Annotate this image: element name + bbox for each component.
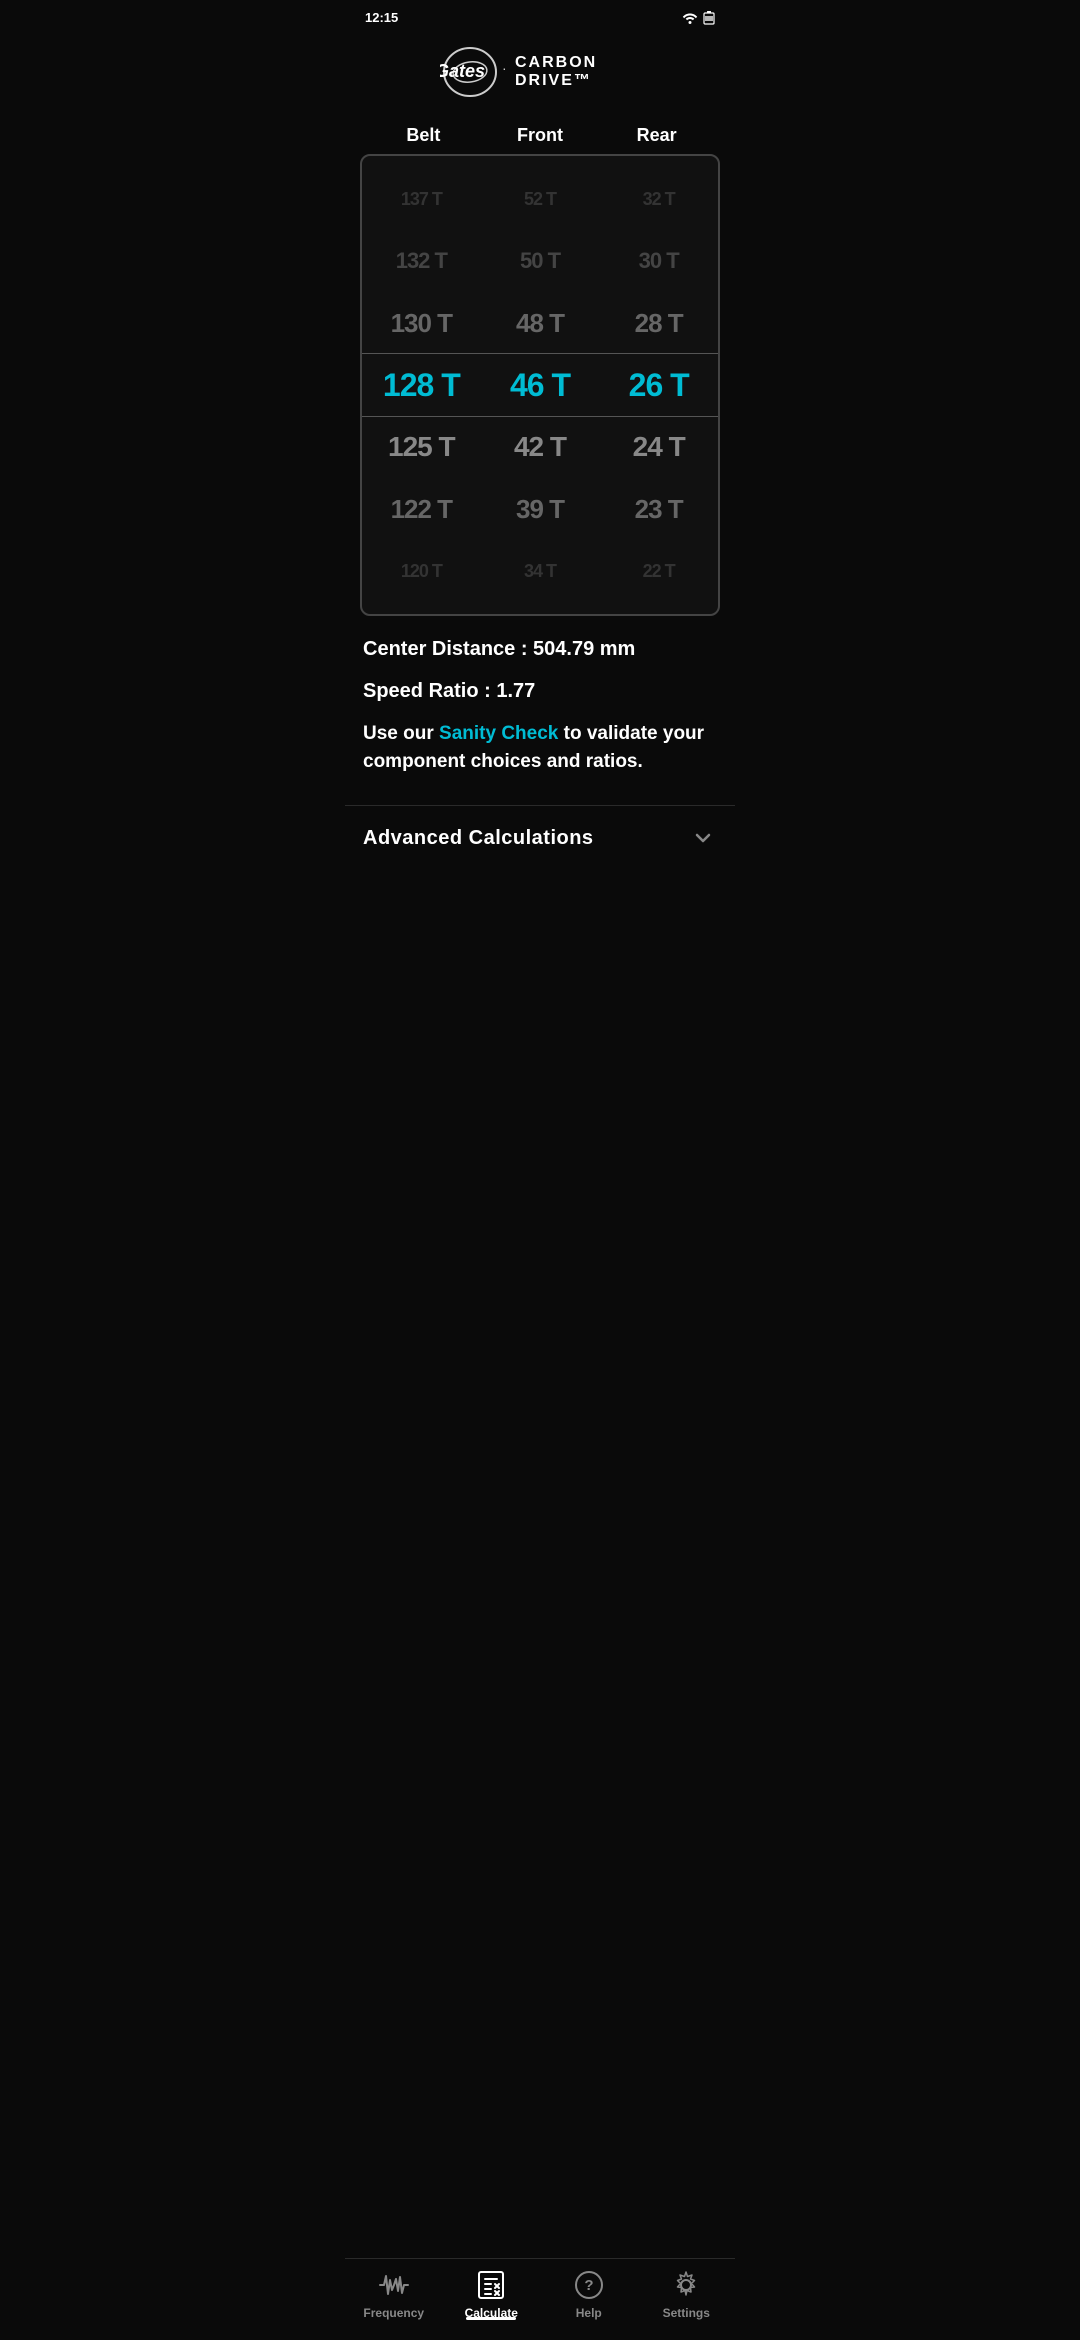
gates-logo: Gates · CARBON DRIVE™: [440, 45, 640, 100]
rear-item-3[interactable]: 26 T: [599, 354, 718, 416]
center-distance: Center Distance : 504.79 mm: [363, 636, 717, 662]
belt-item-2[interactable]: 130 T: [362, 292, 481, 354]
picker-rows: 137 T 132 T 130 T 128 T 125 T 122 T 120 …: [362, 168, 718, 602]
belt-header: Belt: [365, 125, 482, 146]
frequency-label: Frequency: [363, 2306, 424, 2320]
info-section: Center Distance : 504.79 mm Speed Ratio …: [345, 616, 735, 805]
chevron-svg: [691, 826, 715, 850]
bottom-nav: Frequency Calculate ? H: [345, 2258, 735, 2340]
settings-icon: [670, 2269, 702, 2301]
time: 12:15: [365, 10, 398, 25]
rear-header: Rear: [598, 125, 715, 146]
rear-column[interactable]: 32 T 30 T 28 T 26 T 24 T 23 T 22 T: [599, 168, 718, 602]
speed-ratio: Speed Ratio : 1.77: [363, 678, 717, 704]
help-icon: ?: [573, 2269, 605, 2301]
rear-item-6[interactable]: 22 T: [599, 540, 718, 602]
belt-item-1[interactable]: 132 T: [362, 230, 481, 292]
svg-text:?: ?: [584, 2277, 593, 2294]
front-item-3[interactable]: 46 T: [481, 354, 600, 416]
rear-item-1[interactable]: 30 T: [599, 230, 718, 292]
sanity-check-link[interactable]: Sanity Check: [439, 723, 558, 744]
front-header: Front: [482, 125, 599, 146]
logo-container: Gates · CARBON DRIVE™: [345, 30, 735, 120]
svg-text:CARBON: CARBON: [515, 54, 597, 71]
calculate-icon: [475, 2269, 507, 2301]
front-item-1[interactable]: 50 T: [481, 230, 600, 292]
svg-text:Gates: Gates: [440, 61, 485, 81]
rear-item-4[interactable]: 24 T: [599, 416, 718, 478]
chevron-down-icon[interactable]: [689, 824, 717, 852]
belt-item-4[interactable]: 125 T: [362, 416, 481, 478]
nav-frequency[interactable]: Frequency: [345, 2269, 443, 2320]
svg-text:DRIVE™: DRIVE™: [515, 72, 592, 89]
belt-item-5[interactable]: 122 T: [362, 478, 481, 540]
rear-item-5[interactable]: 23 T: [599, 478, 718, 540]
picker-container[interactable]: 137 T 132 T 130 T 128 T 125 T 122 T 120 …: [360, 154, 720, 616]
rear-item-2[interactable]: 28 T: [599, 292, 718, 354]
help-label: Help: [576, 2306, 602, 2320]
nav-help[interactable]: ? Help: [540, 2269, 638, 2320]
front-item-4[interactable]: 42 T: [481, 416, 600, 478]
svg-text:·: ·: [502, 60, 507, 76]
advanced-calculations[interactable]: Advanced Calculations: [345, 805, 735, 870]
belt-column[interactable]: 137 T 132 T 130 T 128 T 125 T 122 T 120 …: [362, 168, 481, 602]
front-item-0[interactable]: 52 T: [481, 168, 600, 230]
nav-calculate[interactable]: Calculate: [443, 2269, 541, 2320]
belt-item-3[interactable]: 128 T: [362, 354, 481, 416]
settings-label: Settings: [663, 2306, 710, 2320]
rear-item-0[interactable]: 32 T: [599, 168, 718, 230]
advanced-calc-label: Advanced Calculations: [363, 827, 594, 850]
status-icons: [682, 11, 715, 25]
front-item-5[interactable]: 39 T: [481, 478, 600, 540]
sanity-prefix: Use our: [363, 723, 439, 744]
belt-item-6[interactable]: 120 T: [362, 540, 481, 602]
nav-settings[interactable]: Settings: [638, 2269, 736, 2320]
frequency-icon: [378, 2269, 410, 2301]
nav-active-indicator: [466, 2317, 516, 2320]
status-bar: 12:15: [345, 0, 735, 30]
column-headers: Belt Front Rear: [345, 120, 735, 154]
sanity-check-text: Use our Sanity Check to validate your co…: [363, 720, 717, 775]
belt-item-0[interactable]: 137 T: [362, 168, 481, 230]
front-item-2[interactable]: 48 T: [481, 292, 600, 354]
front-column[interactable]: 52 T 50 T 48 T 46 T 42 T 39 T 34 T: [481, 168, 600, 602]
front-item-6[interactable]: 34 T: [481, 540, 600, 602]
